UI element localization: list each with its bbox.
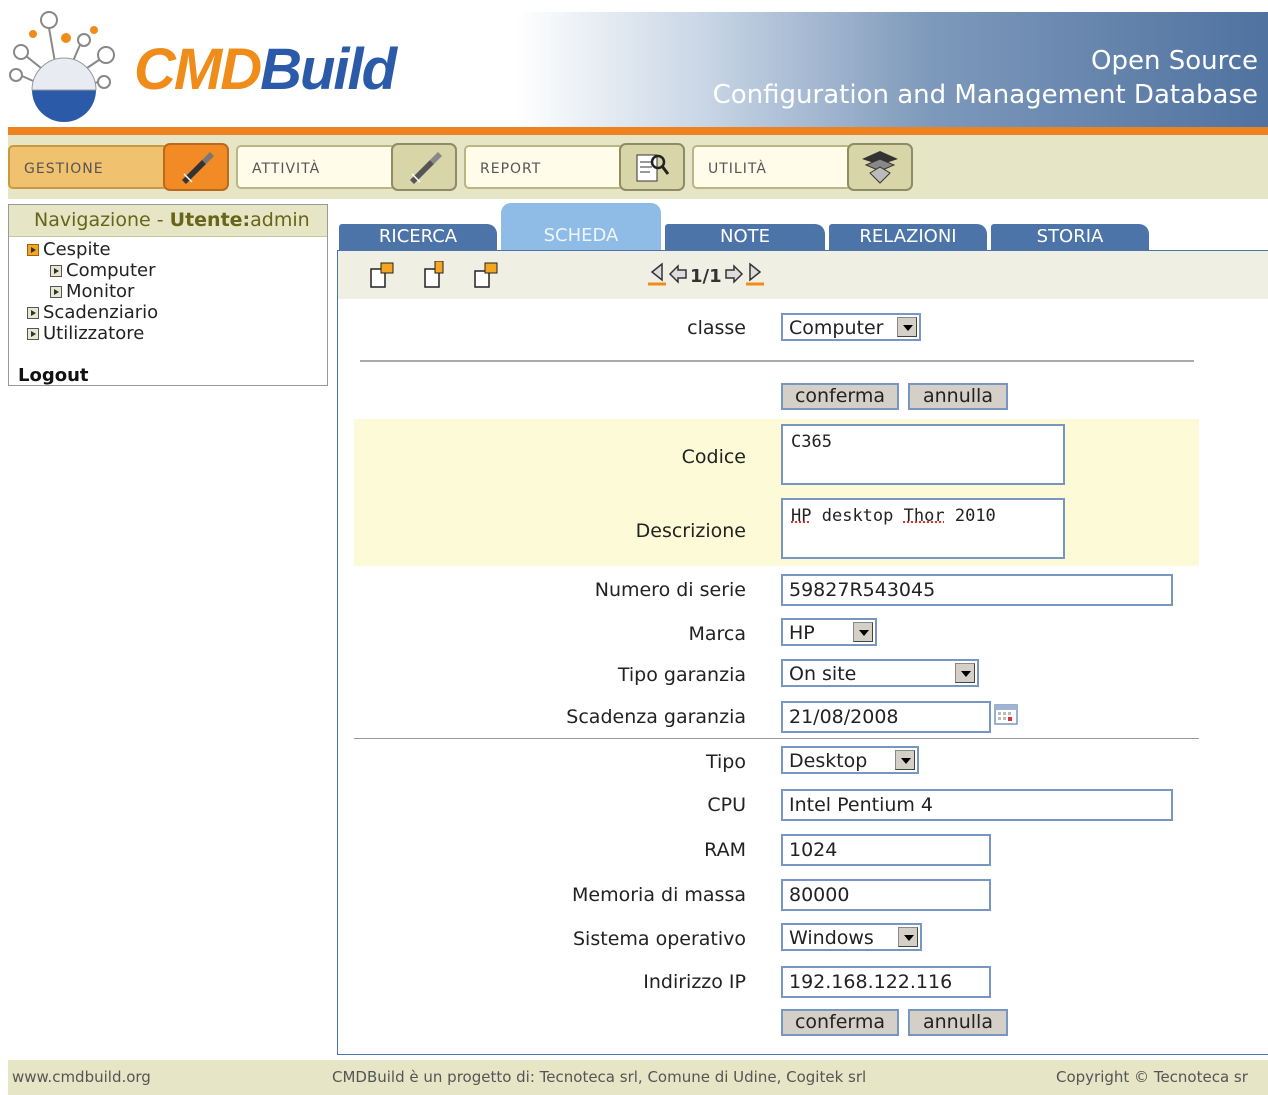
- calendar-icon[interactable]: [994, 703, 1018, 729]
- tagline-line-1: Open Source: [713, 44, 1258, 78]
- expand-icon[interactable]: [27, 244, 39, 256]
- navigation-panel: Navigazione - Utente:admin Cespite Compu…: [8, 204, 328, 386]
- menu-report-label: REPORT: [464, 145, 624, 189]
- main-menu: GESTIONE ATTIVITÀ REPORT UTILITÀ: [8, 135, 1268, 199]
- numero-serie-label: Numero di serie: [595, 579, 746, 601]
- last-page-icon[interactable]: [746, 262, 764, 291]
- marca-select[interactable]: HP: [781, 618, 877, 646]
- footer-site: www.cmdbuild.org: [12, 1068, 151, 1086]
- tab-storia[interactable]: STORIA: [991, 224, 1149, 250]
- tab-note[interactable]: NOTE: [665, 224, 825, 250]
- dropdown-arrow-icon[interactable]: [895, 750, 915, 770]
- footer: www.cmdbuild.org CMDBuild è un progetto …: [8, 1060, 1268, 1095]
- descrizione-label: Descrizione: [636, 520, 746, 542]
- footer-copyright: Copyright © Tecnoteca sr: [1056, 1068, 1248, 1086]
- classe-select[interactable]: Computer: [781, 313, 921, 341]
- cmdbuild-logo-icon: [6, 10, 131, 125]
- menu-gestione[interactable]: GESTIONE: [8, 143, 232, 191]
- screwdriver-icon: [163, 143, 229, 191]
- marca-label: Marca: [688, 623, 746, 645]
- tree-item-monitor[interactable]: Monitor: [50, 281, 134, 302]
- logo-wordmark: CMDBuild: [134, 36, 395, 103]
- tree-item-utilizzatore[interactable]: Utilizzatore: [27, 323, 144, 344]
- confirm-button[interactable]: conferma: [781, 1009, 899, 1036]
- expand-icon[interactable]: [50, 265, 62, 277]
- codice-field[interactable]: C365: [781, 424, 1065, 485]
- tipo-garanzia-label: Tipo garanzia: [618, 664, 746, 686]
- tab-relazioni[interactable]: RELAZIONI: [829, 224, 987, 250]
- modify-card-icon[interactable]: [422, 261, 452, 293]
- page-counter: 1/1: [690, 266, 722, 287]
- menu-gestione-label: GESTIONE: [8, 145, 168, 189]
- footer-credits: CMDBuild è un progetto di: Tecnoteca srl…: [332, 1068, 866, 1086]
- menu-attivita[interactable]: ATTIVITÀ: [236, 143, 460, 191]
- tagline-line-2: Configuration and Management Database: [713, 78, 1258, 112]
- expand-icon[interactable]: [27, 328, 39, 340]
- card-toolbar: [338, 251, 1268, 299]
- divider: [360, 360, 1194, 362]
- confirm-button-top[interactable]: conferma: [781, 383, 899, 410]
- header-divider: [8, 127, 1268, 135]
- clone-card-icon[interactable]: [472, 261, 502, 293]
- indirizzo-ip-label: Indirizzo IP: [643, 971, 746, 993]
- descrizione-field[interactable]: HP desktop Thor 2010: [781, 498, 1065, 559]
- sistema-operativo-label: Sistema operativo: [573, 928, 746, 950]
- required-fields-highlight: [354, 419, 1199, 566]
- logout-link[interactable]: Logout: [18, 365, 89, 386]
- tipo-select[interactable]: Desktop: [781, 746, 919, 774]
- tipo-garanzia-select[interactable]: On site: [781, 659, 979, 687]
- menu-attivita-label: ATTIVITÀ: [236, 145, 396, 189]
- sistema-operativo-select[interactable]: Windows: [781, 923, 922, 951]
- menu-utilita[interactable]: UTILITÀ: [692, 143, 916, 191]
- first-page-icon[interactable]: [648, 262, 666, 291]
- cancel-button[interactable]: annulla: [908, 1009, 1008, 1036]
- dropdown-arrow-icon[interactable]: [955, 663, 975, 683]
- cancel-button-top[interactable]: annulla: [908, 383, 1008, 410]
- report-magnifier-icon: [619, 143, 685, 191]
- expand-icon[interactable]: [27, 307, 39, 319]
- dropdown-arrow-icon[interactable]: [853, 622, 873, 642]
- expand-icon[interactable]: [50, 286, 62, 298]
- tipo-label: Tipo: [706, 751, 746, 773]
- memoria-massa-field[interactable]: 80000: [781, 879, 991, 911]
- cpu-label: CPU: [707, 794, 746, 816]
- logo: CMDBuild: [6, 10, 366, 125]
- tree-item-scadenziario[interactable]: Scadenziario: [27, 302, 158, 323]
- scadenza-garanzia-label: Scadenza garanzia: [566, 706, 746, 728]
- menu-report[interactable]: REPORT: [464, 143, 688, 191]
- tab-ricerca[interactable]: RICERCA: [339, 224, 497, 250]
- pager: 1/1: [648, 262, 764, 291]
- dropdown-arrow-icon[interactable]: [897, 317, 917, 337]
- tree-item-cespite[interactable]: Cespite: [27, 239, 111, 260]
- menu-utilita-label: UTILITÀ: [692, 145, 852, 189]
- scadenza-garanzia-field[interactable]: 21/08/2008: [781, 701, 991, 733]
- tools-stack-icon: [847, 143, 913, 191]
- screwdriver-icon: [391, 143, 457, 191]
- divider: [354, 738, 1199, 739]
- cpu-field[interactable]: Intel Pentium 4: [781, 789, 1173, 821]
- header-tagline: Open Source Configuration and Management…: [713, 44, 1258, 112]
- header: CMDBuild Open Source Configuration and M…: [0, 0, 1268, 128]
- codice-label: Codice: [682, 446, 746, 468]
- numero-serie-field[interactable]: 59827R543045: [781, 574, 1173, 606]
- indirizzo-ip-field[interactable]: 192.168.122.116: [781, 966, 991, 998]
- tab-scheda[interactable]: SCHEDA: [501, 203, 661, 251]
- new-card-icon[interactable]: [368, 261, 398, 293]
- prev-page-icon[interactable]: [668, 264, 688, 289]
- navigation-header: Navigazione - Utente:admin: [9, 205, 327, 237]
- ram-label: RAM: [704, 839, 746, 861]
- classe-label: classe: [687, 317, 746, 339]
- next-page-icon[interactable]: [724, 264, 744, 289]
- tree-item-computer[interactable]: Computer: [50, 260, 155, 281]
- ram-field[interactable]: 1024: [781, 834, 991, 866]
- dropdown-arrow-icon[interactable]: [898, 927, 918, 947]
- memoria-massa-label: Memoria di massa: [572, 884, 746, 906]
